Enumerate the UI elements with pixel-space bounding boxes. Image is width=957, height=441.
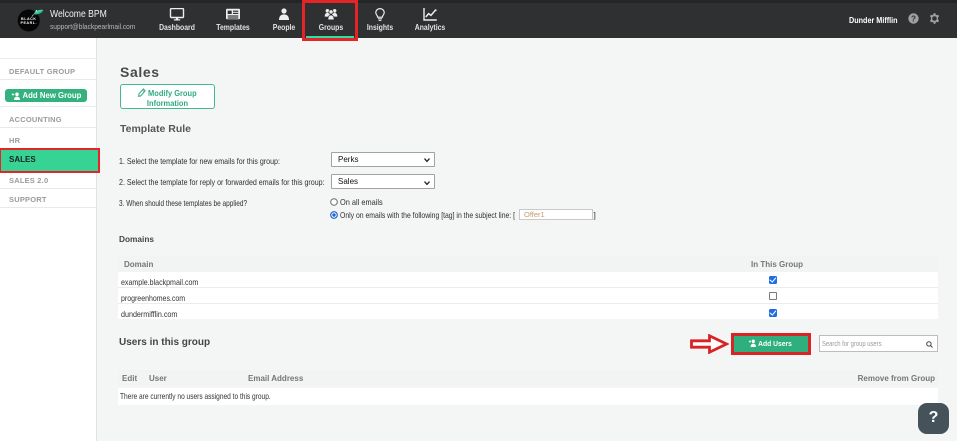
svg-text:?: ? xyxy=(911,15,916,24)
svg-text:PEARL.: PEARL. xyxy=(20,21,37,25)
